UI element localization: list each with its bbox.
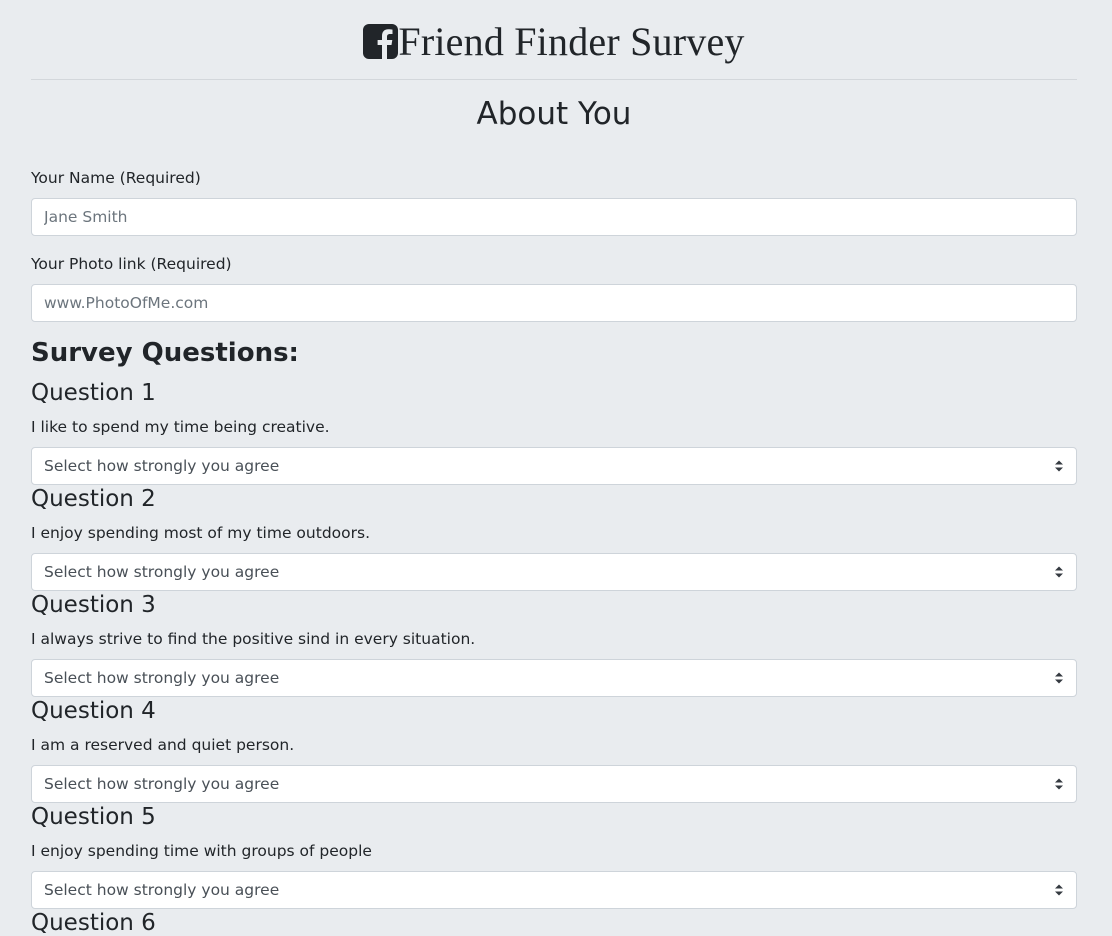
name-label: Your Name (Required) [31, 169, 201, 187]
question-3-text: I always strive to find the positive sin… [31, 630, 476, 648]
question-4-select[interactable]: Select how strongly you agree [31, 765, 1077, 803]
question-5-select[interactable]: Select how strongly you agree [31, 871, 1077, 909]
name-input[interactable] [31, 198, 1077, 236]
select-caret-icon [1055, 460, 1063, 472]
question-1-select[interactable]: Select how strongly you agree [31, 447, 1077, 485]
select-caret-icon [1055, 566, 1063, 578]
about-you-heading: About You [476, 96, 632, 132]
question-4-select-value: Select how strongly you agree [44, 775, 280, 793]
question-5-title: Question 5 [31, 804, 156, 830]
facebook-square-icon [363, 24, 399, 59]
question-3-select[interactable]: Select how strongly you agree [31, 659, 1077, 697]
question-1-title: Question 1 [31, 380, 156, 406]
photo-link-label: Your Photo link (Required) [31, 255, 232, 273]
select-caret-icon [1055, 884, 1063, 896]
question-4-title: Question 4 [31, 698, 156, 724]
question-2-select-value: Select how strongly you agree [44, 563, 280, 581]
select-caret-icon [1055, 672, 1063, 684]
question-3-title: Question 3 [31, 592, 156, 618]
survey-questions-heading: Survey Questions: [31, 338, 299, 368]
brand: Friend Finder Survey [363, 18, 745, 64]
photo-link-input[interactable] [31, 284, 1077, 322]
question-5-select-value: Select how strongly you agree [44, 881, 280, 899]
question-2-select[interactable]: Select how strongly you agree [31, 553, 1077, 591]
app-title: Friend Finder Survey [398, 18, 745, 64]
question-2-text: I enjoy spending most of my time outdoor… [31, 524, 370, 542]
select-caret-icon [1055, 778, 1063, 790]
question-1-text: I like to spend my time being creative. [31, 418, 330, 436]
page-container: Friend Finder Survey About You Your Name… [31, 0, 1077, 936]
question-3-select-value: Select how strongly you agree [44, 669, 280, 687]
question-6-title: Question 6 [31, 910, 156, 936]
question-4-text: I am a reserved and quiet person. [31, 736, 295, 754]
question-5-text: I enjoy spending time with groups of peo… [31, 842, 372, 860]
app-header: Friend Finder Survey [31, 0, 1077, 80]
question-1-select-value: Select how strongly you agree [44, 457, 280, 475]
question-2-title: Question 2 [31, 486, 156, 512]
